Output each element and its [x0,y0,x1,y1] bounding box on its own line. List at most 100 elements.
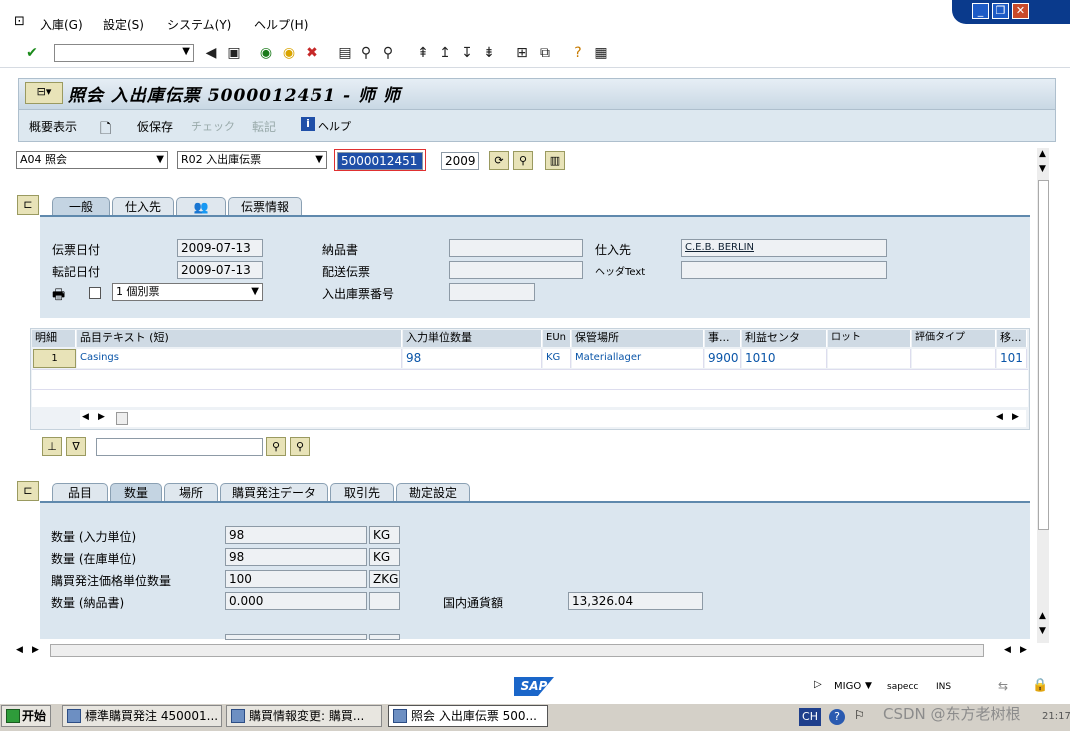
check-button[interactable]: チェック [191,118,235,134]
task-migo[interactable]: 照会 入出庫伝票 500... [388,705,548,727]
find-icon[interactable]: ⚲ [358,45,374,61]
menu-settings[interactable]: 設定(S) [103,16,144,33]
help-tray-icon[interactable]: ? [829,709,845,725]
delivery-note-field[interactable] [449,239,583,257]
scroll-left-icon[interactable]: ◀ [82,412,89,422]
cell-batch[interactable] [828,349,911,368]
tray-icon[interactable]: ⚐ [854,708,865,722]
action-select[interactable]: A04 照会 ▼ [16,151,168,169]
cell-sloc[interactable]: Materiallager [572,349,704,368]
tab-general[interactable]: 一般 [52,197,110,216]
qty-po-unit[interactable]: ZKG [369,570,400,588]
scroll-down-icon-bottom[interactable]: ▼ [1039,626,1046,636]
help-icon[interactable]: ? [570,45,586,61]
scroll-right-icon-end[interactable]: ▶ [1012,412,1019,422]
task-po[interactable]: 標準購買発注 450001... [62,705,222,727]
scroll-left-icon-end[interactable]: ◀ [996,412,1003,422]
screen-variant-button[interactable]: ⊟▾ [25,82,63,104]
new-document-icon[interactable]: 🗋 [100,118,111,142]
help-button[interactable]: ヘルプ [318,118,351,134]
header-text-field[interactable] [681,261,887,279]
cell-valuation[interactable] [912,349,996,368]
find-next-icon[interactable]: ⚲ [290,437,310,456]
col-header-qty[interactable]: 入力単位数量 [403,330,542,347]
qty-dn-field[interactable]: 0.000 [225,592,367,610]
qty-entry-unit[interactable]: KG [369,526,400,544]
close-button[interactable]: ✕ [1012,3,1029,19]
find-icon[interactable]: ⚲ [266,437,286,456]
hold-button[interactable]: 仮保存 [137,118,173,135]
doc-date-field[interactable]: 2009-07-13 [177,239,263,257]
start-button[interactable]: 开始 [1,705,51,727]
work-hscroll[interactable]: ◀ ▶ ◀ ▶ [12,642,1032,659]
menu-goods-movement[interactable]: 入庫(G) [40,16,83,33]
col-header-plant[interactable]: 事... [705,330,741,347]
col-header-valuation[interactable]: 評価タイプ [912,330,996,347]
qty-entry-field[interactable]: 98 [225,526,367,544]
row-selector[interactable]: 1 [33,349,76,368]
back-icon[interactable]: ◉ [258,45,274,61]
tab-material[interactable]: 品目 [52,483,108,502]
cell-profit-center[interactable]: 1010 [742,349,827,368]
cancel-icon[interactable]: ✖ [304,45,320,61]
filter-icon[interactable]: ∇ [66,437,86,456]
amount-lc-field[interactable]: 13,326.04 [568,592,703,610]
next-page-icon[interactable]: ↧ [459,45,475,61]
post-date-field[interactable]: 2009-07-13 [177,261,263,279]
reference-select[interactable]: R02 入出庫伝票 ▼ [177,151,327,169]
collapse-header-icon[interactable]: ⊏ [17,195,39,215]
col-header-item[interactable]: 明細 [32,330,76,347]
first-page-icon[interactable]: ⇞ [415,45,431,61]
detail-icon[interactable]: ▥ [545,151,565,170]
col-header-batch[interactable]: ロット [828,330,911,347]
cell-material-text[interactable]: Casings [77,349,402,368]
col-header-material-text[interactable]: 品目テキスト (短) [77,330,402,347]
vendor-field[interactable]: C.E.B. BERLIN [681,239,887,257]
layout-icon[interactable]: ▦ [593,45,609,61]
scroll-right-icon[interactable]: ▶ [32,645,39,655]
tab-partner[interactable]: 👥 [176,197,226,216]
scroll-up-icon-bottom[interactable]: ▲ [1039,611,1046,621]
prev-icon[interactable]: ◀ [203,45,219,61]
hscroll-thumb[interactable] [116,412,128,425]
last-page-icon[interactable]: ⇟ [481,45,497,61]
doc-number-input[interactable]: 5000012451 [337,152,423,170]
exit-icon[interactable]: ◉ [281,45,297,61]
scroll-left-icon-end[interactable]: ◀ [1004,645,1011,655]
lang-indicator[interactable]: CH [799,708,821,726]
menu-system[interactable]: システム(Y) [167,16,231,33]
minimize-button[interactable]: _ [972,3,989,19]
overview-button[interactable]: 概要表示 [29,118,77,135]
find-next-icon[interactable]: ⚲ [380,45,396,61]
new-session-icon[interactable]: ⊞ [514,45,530,61]
prev-page-icon[interactable]: ↥ [437,45,453,61]
qty-po-field[interactable]: 100 [225,570,367,588]
tab-account[interactable]: 勘定設定 [396,483,470,502]
table-hscroll[interactable]: ◀ ▶ ◀ ▶ [80,410,1026,427]
tab-vendor[interactable]: 仕入先 [112,197,174,216]
search-icon[interactable]: ⚲ [513,151,533,170]
year-input[interactable]: 2009 [441,152,479,170]
command-field[interactable]: ▼ [54,44,194,62]
restore-button[interactable]: ❐ [992,3,1009,19]
scroll-up-icon[interactable]: ▲ [1039,149,1046,159]
print-checkbox[interactable] [89,287,101,299]
scrollbar-thumb[interactable] [1038,180,1049,530]
col-header-eun[interactable]: EUn [543,330,571,347]
print-icon[interactable]: ▤ [337,45,353,61]
col-header-profit-center[interactable]: 利益センタ [742,330,827,347]
enter-icon[interactable]: ✔ [24,45,40,61]
tab-doc-info[interactable]: 伝票情報 [228,197,302,216]
cell-movement[interactable]: 101 [997,349,1027,368]
collapse-detail-icon[interactable]: ⊏ [17,481,39,501]
tab-quantity[interactable]: 数量 [110,483,162,502]
tab-partner-bottom[interactable]: 取引先 [330,483,394,502]
task-info-record[interactable]: 購買情報変更: 購買... [226,705,382,727]
cell-eun[interactable]: KG [543,349,571,368]
tab-where[interactable]: 場所 [164,483,218,502]
qty-sku-field[interactable]: 98 [225,548,367,566]
save-icon[interactable]: ▣ [226,45,242,61]
tab-po-data[interactable]: 購買発注データ [220,483,328,502]
menu-icon[interactable]: ⊡ [14,14,25,29]
mode-label[interactable]: INS [936,682,951,692]
